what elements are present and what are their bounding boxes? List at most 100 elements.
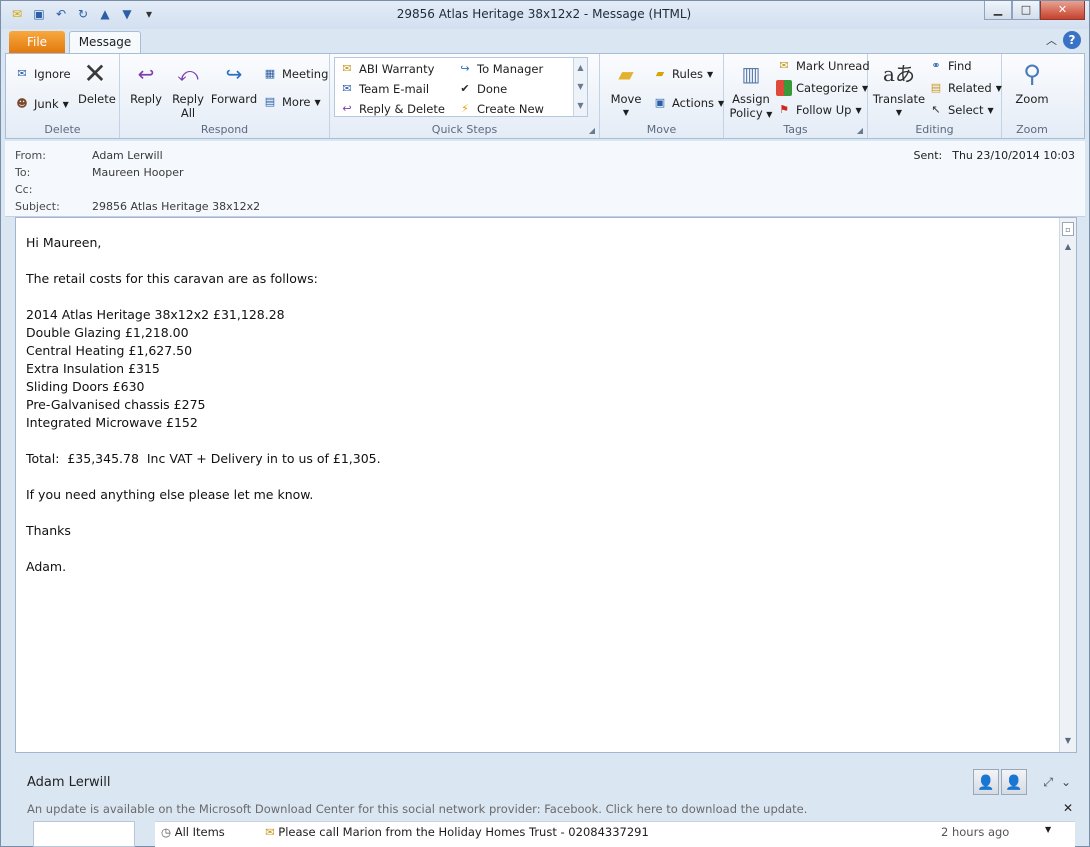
quick-step-to-manager[interactable]: ↪ To Manager — [457, 61, 543, 77]
chevron-down-icon[interactable]: ⌄ — [1061, 775, 1071, 790]
tab-message[interactable]: Message — [69, 31, 141, 54]
cc-row: Cc: — [15, 183, 92, 196]
avatar[interactable]: 👤 — [1001, 769, 1027, 795]
social-feed: ◷ All Items ✉ Please call Marion from th… — [155, 821, 1075, 847]
envelope-icon: ✉ — [265, 825, 275, 839]
feed-filter[interactable]: ◷ All Items — [161, 825, 225, 839]
binoculars-icon: ⚭ — [931, 59, 941, 72]
group-label-move: Move — [646, 123, 677, 136]
translate-button[interactable]: aあ Translate ▼ — [872, 58, 926, 120]
scroll-down-icon[interactable]: ▼ — [1062, 734, 1074, 748]
window-controls: ▁ □ ✕ — [984, 1, 1085, 20]
actions-label: Actions — [672, 96, 715, 110]
zoom-button[interactable]: ⚲ Zoom — [1010, 58, 1054, 106]
group-move: ▰ Move ▼ ▰ Rules ▼ ▣ Actions ▼ Move — [600, 54, 724, 138]
expand-icon[interactable]: ▫ — [1062, 222, 1074, 236]
body-line: Thanks — [26, 523, 71, 538]
related-button[interactable]: ▤ Related ▼ — [928, 80, 1002, 96]
reply-label: Reply — [130, 92, 162, 106]
ignore-button[interactable]: ✉ Ignore — [14, 66, 70, 82]
maximize-button[interactable]: □ — [1012, 1, 1040, 20]
from-row: From: Adam Lerwill — [15, 149, 163, 162]
forward-icon: ↪ — [225, 62, 243, 86]
group-label-quick-steps: Quick Steps — [431, 123, 498, 136]
rules-icon: ▰ — [655, 67, 665, 80]
envelope-icon: ✉ — [779, 59, 789, 72]
close-button[interactable]: ✕ — [1040, 1, 1085, 20]
body-line: Total: £35,345.78 Inc VAT + Delivery in … — [26, 451, 381, 466]
message-text: Hi Maureen, The retail costs for this ca… — [26, 234, 381, 576]
update-notice[interactable]: An update is available on the Microsoft … — [27, 802, 807, 816]
lightning-icon: ⚡ — [461, 102, 469, 115]
body-scrollbar[interactable]: ▫ ▲ ▼ — [1059, 218, 1076, 752]
feed-item-text: Please call Marion from the Holiday Home… — [278, 825, 649, 839]
reply-all-button[interactable]: ⤺ Reply All — [168, 58, 208, 120]
body-line: Pre-Galvanised chassis £275 — [26, 397, 206, 412]
forward-arrow-icon: ↪ — [460, 62, 470, 75]
policy-icon: ▥ — [741, 62, 761, 86]
delete-button[interactable]: ✕ Delete — [78, 58, 116, 107]
feed-scroll-icon[interactable]: ▼ — [1045, 825, 1051, 834]
quick-step-label: Done — [477, 82, 508, 96]
quick-step-abi-warranty[interactable]: ✉ ABI Warranty — [339, 61, 434, 77]
expand-arrows-icon[interactable]: ⤢ — [1043, 775, 1053, 790]
select-label: Select — [948, 103, 984, 117]
meeting-button[interactable]: ▦ Meeting — [262, 66, 329, 82]
quick-step-team-email[interactable]: ✉ Team E-mail — [339, 81, 429, 97]
avatars: 👤 👤 — [973, 769, 1027, 795]
mark-unread-button[interactable]: ✉ Mark Unread — [776, 58, 870, 74]
cc-label: Cc: — [15, 183, 33, 196]
help-icon[interactable]: ? — [1063, 31, 1081, 49]
to-row: To: Maureen Hooper — [15, 166, 184, 179]
actions-button[interactable]: ▣ Actions ▼ — [652, 95, 724, 111]
quick-step-create-new[interactable]: ⚡ Create New — [457, 101, 544, 117]
meeting-label: Meeting — [282, 67, 329, 81]
select-button[interactable]: ↖ Select ▼ — [928, 102, 994, 118]
cursor-icon: ↖ — [931, 103, 941, 116]
chevron-down-icon: ▼ — [987, 105, 994, 115]
group-label-respond: Respond — [200, 123, 249, 136]
gallery-expand-icon[interactable]: ▼ — [574, 96, 587, 115]
find-button[interactable]: ⚭ Find — [928, 58, 971, 74]
message-body[interactable]: Hi Maureen, The retail costs for this ca… — [15, 217, 1077, 753]
chevron-down-icon: ▼ — [62, 99, 69, 109]
scroll-down-icon[interactable]: ▼ — [574, 77, 587, 96]
categorize-button[interactable]: Categorize ▼ — [776, 80, 868, 96]
to-label: To: — [15, 166, 31, 179]
group-delete: ✉ Ignore ☻ Junk ▼ ✕ Delete Delete — [6, 54, 120, 138]
people-pane-name[interactable]: Adam Lerwill — [27, 775, 111, 790]
move-label: Move — [610, 92, 642, 106]
minimize-ribbon-icon[interactable]: ︿ — [1046, 32, 1057, 48]
quick-step-done[interactable]: ✔ Done — [457, 81, 507, 97]
categorize-icon — [776, 80, 792, 96]
quick-step-label: Team E-mail — [359, 82, 430, 96]
junk-button[interactable]: ☻ Junk ▼ — [14, 96, 69, 112]
assign-policy-button[interactable]: ▥ Assign Policy ▼ — [728, 58, 774, 122]
dialog-launcher-icon[interactable]: ◢ — [589, 126, 595, 135]
minimize-button[interactable]: ▁ — [984, 1, 1012, 20]
feed-item[interactable]: ✉ Please call Marion from the Holiday Ho… — [265, 825, 649, 839]
scroll-up-icon[interactable]: ▲ — [574, 58, 587, 77]
scroll-up-icon[interactable]: ▲ — [1062, 240, 1074, 254]
quick-step-reply-delete[interactable]: ↩ Reply & Delete — [339, 101, 445, 117]
body-line — [26, 540, 381, 558]
quick-steps-scroll[interactable]: ▲ ▼ ▼ — [573, 58, 587, 116]
follow-up-button[interactable]: ⚑ Follow Up ▼ — [776, 102, 862, 118]
group-quick-steps: ✉ ABI Warranty ✉ Team E-mail ↩ Reply & D… — [330, 54, 600, 138]
rules-button[interactable]: ▰ Rules ▼ — [652, 66, 713, 82]
move-button[interactable]: ▰ Move ▼ — [606, 58, 646, 120]
avatar[interactable]: 👤 — [973, 769, 999, 795]
title-bar: ✉ ▣ ↶ ↻ ▲ ▼ ▾ 29856 Atlas Heritage 38x12… — [1, 1, 1089, 29]
to-value[interactable]: Maureen Hooper — [92, 166, 184, 179]
close-icon[interactable]: ✕ — [1063, 801, 1073, 815]
more-respond-button[interactable]: ▤ More ▼ — [262, 94, 321, 110]
people-pane: Adam Lerwill 👤 👤 ⤢ ⌄ An update is availa… — [15, 763, 1077, 847]
from-value[interactable]: Adam Lerwill — [92, 149, 163, 162]
translate-icon: aあ — [883, 62, 915, 86]
forward-button[interactable]: ↪ Forward — [210, 58, 258, 106]
tab-file[interactable]: File — [9, 31, 65, 53]
mark-unread-label: Mark Unread — [796, 59, 870, 73]
dialog-launcher-icon[interactable]: ◢ — [857, 126, 863, 135]
reply-button[interactable]: ↩ Reply — [126, 58, 166, 106]
chevron-down-icon: ▼ — [855, 105, 862, 115]
